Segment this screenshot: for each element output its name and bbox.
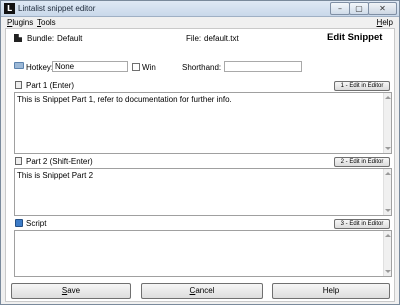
bundle-label: Bundle: [27,34,55,43]
edit-part2-button[interactable]: 2 - Edit in Editor [334,157,390,167]
shorthand-label: Shorthand: [182,63,222,72]
menu-tools-label: ools [41,18,56,27]
cancel-label: ancel [195,286,215,295]
save-button[interactable]: Save [11,283,131,299]
part2-label: Part 2 (Shift-Enter) [26,157,93,166]
script-scrollbar[interactable] [383,231,391,276]
menu-help[interactable]: Help [377,18,393,27]
document-icon [15,81,22,89]
scroll-down-icon[interactable] [385,209,391,212]
script-label: Script [26,219,47,228]
hotkey-label: Hotkey: [26,63,54,72]
menu-help-label: elp [382,18,393,27]
close-button[interactable]: ✕ [368,2,397,15]
edit-part1-button[interactable]: 1 - Edit in Editor [334,81,390,91]
scroll-up-icon[interactable] [385,234,391,237]
bundle-icon [14,34,22,42]
part2-textarea[interactable]: This is Snippet Part 2 [14,168,392,216]
part2-scrollbar[interactable] [383,169,391,215]
win-label: Win [142,63,156,72]
folder-icon [14,62,24,69]
help-button[interactable]: Help [272,283,390,299]
win-checkbox[interactable] [132,63,140,71]
scroll-down-icon[interactable] [385,147,391,150]
scroll-down-icon[interactable] [385,270,391,273]
script-icon [15,219,23,227]
cancel-button[interactable]: Cancel [141,283,263,299]
page-title: Edit Snippet [327,32,383,43]
menu-bar: Plugins Tools Help [1,17,399,28]
menu-plugins[interactable]: Plugins [7,18,33,27]
hotkey-input[interactable]: None [52,61,128,72]
maximize-button[interactable]: ▢ [349,2,369,15]
scroll-up-icon[interactable] [385,172,391,175]
part1-label: Part 1 (Enter) [26,81,75,90]
save-label: ave [67,286,81,295]
shorthand-input[interactable] [224,61,302,72]
file-value: default.txt [204,34,239,43]
part1-text: This is Snippet Part 1, refer to documen… [17,95,232,104]
document-icon [15,157,22,165]
editor-panel: Bundle: Default File: default.txt Edit S… [5,28,395,302]
title-bar[interactable]: L Lintalist snippet editor – ▢ ✕ [1,1,399,17]
window-title: Lintalist snippet editor [18,4,96,13]
menu-plugins-label: lugins [12,18,34,27]
menu-tools[interactable]: Tools [37,18,56,27]
part2-text: This is Snippet Part 2 [17,171,94,180]
scroll-up-icon[interactable] [385,96,391,99]
app-icon: L [4,3,15,14]
edit-script-button[interactable]: 3 - Edit in Editor [334,219,390,229]
minimize-button[interactable]: – [330,2,350,15]
part1-textarea[interactable]: This is Snippet Part 1, refer to documen… [14,92,392,154]
bundle-value: Default [57,34,83,43]
script-textarea[interactable] [14,230,392,277]
file-label: File: [186,34,202,43]
part1-scrollbar[interactable] [383,93,391,153]
editor-window: L Lintalist snippet editor – ▢ ✕ Plugins… [0,0,400,305]
